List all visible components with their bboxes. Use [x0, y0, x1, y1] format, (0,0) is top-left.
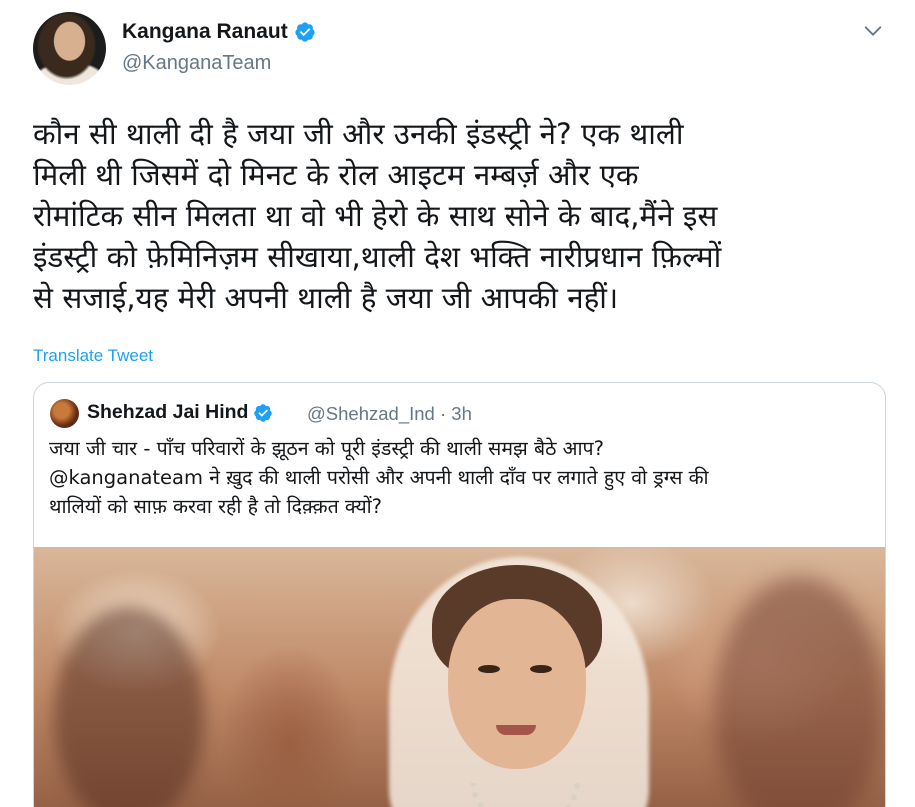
background-figure [54, 607, 204, 807]
author-handle[interactable]: @KanganaTeam [122, 52, 271, 75]
verified-badge-icon [254, 403, 273, 422]
verified-badge-icon [295, 22, 315, 42]
face [448, 599, 586, 769]
quoted-author-avatar[interactable] [50, 399, 79, 428]
tweet: Kangana Ranaut @KanganaTeam कौन सी थाली … [0, 0, 915, 807]
mouth [496, 725, 536, 735]
eye [530, 665, 552, 673]
quoted-author-name-row[interactable]: Shehzad Jai Hind [87, 401, 273, 424]
translate-tweet-link[interactable]: Translate Tweet [33, 346, 153, 366]
quoted-author-name[interactable]: Shehzad Jai Hind [87, 401, 248, 424]
eye [478, 665, 500, 673]
author-name-row[interactable]: Kangana Ranaut [122, 20, 316, 44]
quoted-tweet-card[interactable]: Shehzad Jai Hind @Shehzad_Ind · 3h जया ज… [33, 382, 886, 807]
necklace [470, 783, 580, 807]
author-name[interactable]: Kangana Ranaut [122, 20, 288, 44]
background-figure [714, 577, 884, 807]
quoted-timestamp[interactable]: 3h [451, 403, 472, 424]
author-avatar[interactable] [33, 12, 106, 85]
quoted-tweet-image[interactable] [34, 547, 885, 807]
tweet-text: कौन सी थाली दी है जया जी और उनकी इंडस्ट्… [33, 117, 722, 315]
quoted-meta: @Shehzad_Ind · 3h [307, 403, 472, 425]
quoted-tweet-text: जया जी चार - पाँच परिवारों के झूठन को पू… [49, 437, 709, 518]
meta-separator: · [439, 403, 447, 424]
chevron-down-icon[interactable] [862, 20, 884, 42]
quoted-handle[interactable]: @Shehzad_Ind [307, 403, 435, 424]
